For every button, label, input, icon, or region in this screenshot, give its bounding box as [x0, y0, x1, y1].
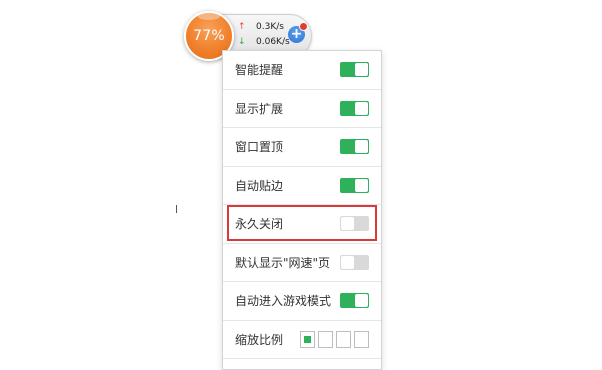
upload-speed: 0.3K/s: [256, 22, 284, 32]
menu-item-zoom-ratio: 缩放比例: [223, 321, 381, 359]
toggle-switch[interactable]: [340, 177, 369, 193]
upload-arrow-icon: ↑: [238, 21, 246, 32]
toggle-knob: [355, 101, 368, 115]
menu-item-label: 默认显示"网速"页: [235, 255, 331, 270]
ball-shine: [198, 13, 220, 20]
toggle-knob: [355, 140, 368, 154]
zoom-option-4[interactable]: [354, 330, 369, 348]
toggle-knob: [355, 63, 368, 77]
notification-dot: [299, 22, 308, 31]
toggle-knob: [355, 294, 368, 308]
menu-item-smart-reminder[interactable]: 智能提醒: [223, 51, 381, 90]
download-speed: 0.06K/s: [256, 37, 290, 47]
usage-percent: 77%: [193, 28, 225, 44]
menu-item-label: 缩放比例: [235, 332, 284, 347]
toggle-knob: [341, 255, 354, 269]
menu-item-always-on-top[interactable]: 窗口置顶: [223, 128, 381, 167]
toggle-switch[interactable]: [340, 62, 369, 78]
menu-item-auto-game-mode[interactable]: 自动进入游戏模式: [223, 282, 381, 321]
download-speed-row: ↓ 0.06K/s: [238, 35, 290, 49]
zoom-options: [300, 330, 369, 348]
menu-item-label: 自动进入游戏模式: [235, 294, 332, 309]
download-arrow-icon: ↓: [238, 36, 246, 47]
zoom-option-3[interactable]: [336, 330, 351, 348]
toggle-switch[interactable]: [340, 293, 369, 309]
menu-item-default-speed-page[interactable]: 默认显示"网速"页: [223, 244, 381, 282]
zoom-option-2[interactable]: [318, 330, 333, 348]
menu-item-label: 显示扩展: [235, 101, 284, 116]
toggle-switch[interactable]: [340, 139, 369, 155]
zoom-option-1[interactable]: [300, 330, 315, 348]
menu-item-label: 智能提醒: [235, 63, 284, 78]
toggle-knob: [355, 178, 368, 192]
text-cursor-mark: [176, 205, 177, 213]
menu-item-show-extension[interactable]: 显示扩展: [223, 90, 381, 128]
menu-item-label: 自动贴边: [235, 178, 284, 193]
upload-speed-row: ↑ 0.3K/s: [238, 20, 284, 34]
toggle-switch[interactable]: [340, 254, 369, 270]
menu-item-label: 窗口置顶: [235, 140, 284, 155]
menu-item-auto-snap[interactable]: 自动贴边: [223, 167, 381, 205]
toggle-switch[interactable]: [340, 100, 369, 116]
highlight-annotation-box: [227, 205, 377, 241]
